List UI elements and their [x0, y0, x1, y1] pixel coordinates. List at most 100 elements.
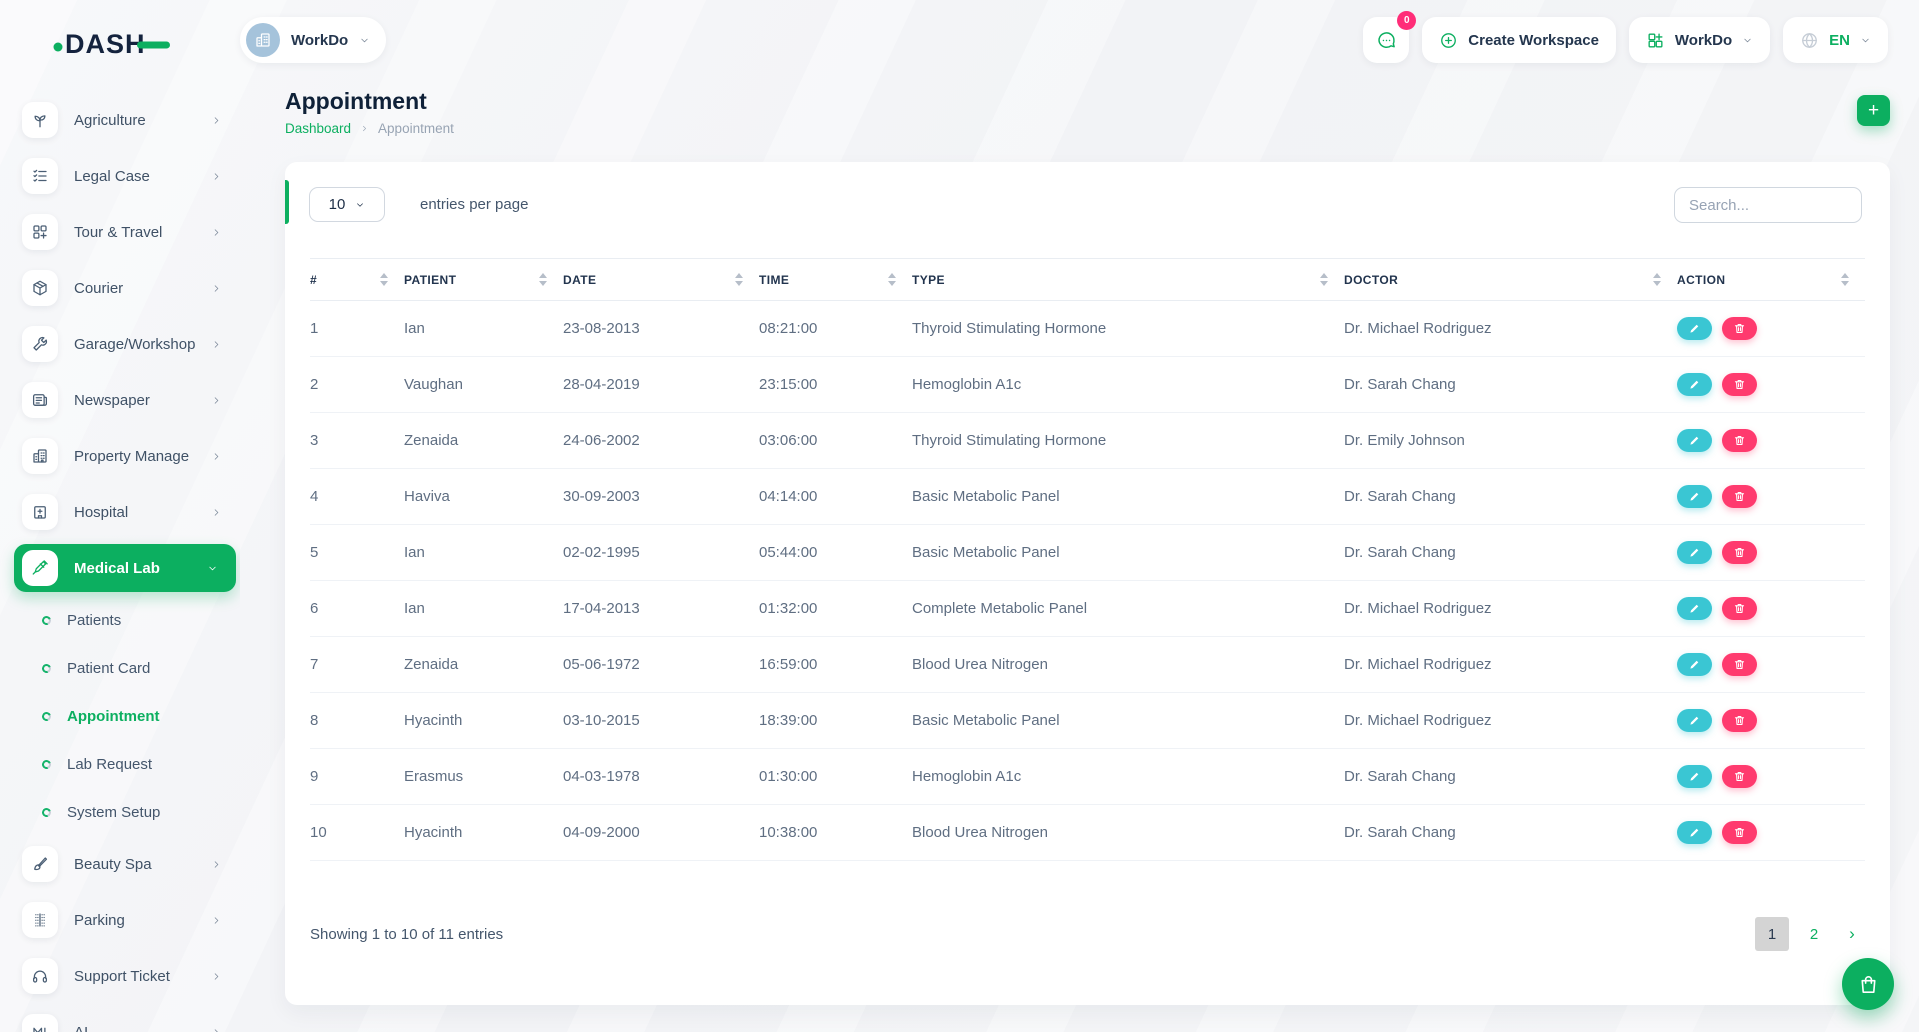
brush-icon	[22, 846, 58, 882]
column-header-date[interactable]: DATE	[563, 259, 759, 301]
sidebar-item-hospital[interactable]: Hospital	[0, 484, 240, 540]
sidebar-item-beauty-spa[interactable]: Beauty Spa	[0, 836, 240, 892]
column-label: TIME	[759, 273, 789, 287]
delete-button[interactable]	[1722, 821, 1757, 844]
appointments-card: 10 entries per page #PATIENTDATETIMETYPE…	[285, 162, 1890, 1005]
delete-button[interactable]	[1722, 485, 1757, 508]
page-title: Appointment	[285, 88, 427, 115]
trash-icon	[1733, 658, 1746, 671]
sidebar-subitem-lab-request[interactable]: Lab Request	[0, 740, 240, 788]
create-workspace-button[interactable]: Create Workspace	[1422, 17, 1616, 63]
sidebar-item-tour-travel[interactable]: Tour & Travel	[0, 204, 240, 260]
breadcrumb-current: Appointment	[378, 121, 454, 136]
cell-doctor: Dr. Sarah Chang	[1344, 749, 1677, 805]
column-header-[interactable]: #	[310, 259, 404, 301]
column-label: PATIENT	[404, 273, 456, 287]
sidebar-subitem-patients[interactable]: Patients	[0, 596, 240, 644]
sprout-icon	[22, 102, 58, 138]
cell-time: 03:06:00	[759, 413, 912, 469]
app-logo: DASH	[53, 28, 173, 58]
sidebar-item-agriculture[interactable]: Agriculture	[0, 92, 240, 148]
sidebar-subitem-system-setup[interactable]: System Setup	[0, 788, 240, 836]
page-button-2[interactable]: 2	[1797, 917, 1831, 951]
chevron-right-icon	[211, 1027, 222, 1032]
delete-button[interactable]	[1722, 653, 1757, 676]
table-footer: Showing 1 to 10 of 11 entries 12›	[310, 914, 1865, 954]
table-header-row: #PATIENT DATETIME TYPE DOCTORACTION	[310, 259, 1865, 301]
cell-time: 05:44:00	[759, 525, 912, 581]
delete-button[interactable]	[1722, 709, 1757, 732]
next-page-button[interactable]: ›	[1839, 917, 1865, 951]
sidebar-item-label: Support Ticket	[74, 968, 170, 985]
edit-button[interactable]	[1677, 597, 1712, 620]
add-appointment-button[interactable]: +	[1857, 95, 1890, 126]
page-button-1[interactable]: 1	[1755, 917, 1789, 951]
marketplace-bag-button[interactable]	[1842, 958, 1894, 1010]
delete-button[interactable]	[1722, 317, 1757, 340]
hospital-icon	[22, 494, 58, 530]
sidebar-subitem-appointment[interactable]: Appointment	[0, 692, 240, 740]
edit-button[interactable]	[1677, 373, 1712, 396]
language-selector[interactable]: EN	[1783, 17, 1888, 63]
sidebar-item-parking[interactable]: Parking	[0, 892, 240, 948]
sidebar-item-label: Hospital	[74, 504, 128, 521]
cell-doctor: Dr. Michael Rodriguez	[1344, 301, 1677, 357]
cell-actions	[1677, 693, 1865, 749]
entries-per-page-select[interactable]: 10	[309, 187, 385, 222]
delete-button[interactable]	[1722, 429, 1757, 452]
edit-button[interactable]	[1677, 821, 1712, 844]
sidebar-item-property-manage[interactable]: Property Manage	[0, 428, 240, 484]
trash-icon	[1733, 378, 1746, 391]
trash-icon	[1733, 546, 1746, 559]
edit-button[interactable]	[1677, 541, 1712, 564]
sidebar-item-label: Newspaper	[74, 392, 150, 409]
bullet-icon	[41, 758, 53, 770]
column-header-doctor[interactable]: DOCTOR	[1344, 259, 1677, 301]
cell-actions	[1677, 301, 1865, 357]
building-icon	[22, 438, 58, 474]
delete-button[interactable]	[1722, 597, 1757, 620]
sidebar-item-courier[interactable]: Courier	[0, 260, 240, 316]
edit-button[interactable]	[1677, 653, 1712, 676]
cell-doctor: Dr. Michael Rodriguez	[1344, 693, 1677, 749]
chevron-right-icon	[211, 859, 222, 870]
sidebar-item-newspaper[interactable]: Newspaper	[0, 372, 240, 428]
edit-button[interactable]	[1677, 429, 1712, 452]
cell-type: Blood Urea Nitrogen	[912, 805, 1344, 861]
column-header-action[interactable]: ACTION	[1677, 259, 1865, 301]
chevron-right-icon	[211, 971, 222, 982]
messages-button[interactable]: 0	[1363, 17, 1409, 63]
sort-arrows-icon	[1320, 273, 1328, 286]
edit-button[interactable]	[1677, 317, 1712, 340]
sidebar-item-support-ticket[interactable]: Support Ticket	[0, 948, 240, 1004]
pencil-icon	[1688, 490, 1701, 503]
workspace-selector[interactable]: WorkDo	[240, 17, 386, 63]
column-header-time[interactable]: TIME	[759, 259, 912, 301]
table-row: 8Hyacinth03-10-201518:39:00Basic Metabol…	[310, 693, 1865, 749]
column-label: TYPE	[912, 273, 945, 287]
table-row: 9Erasmus04-03-197801:30:00Hemoglobin A1c…	[310, 749, 1865, 805]
cell-num: 6	[310, 581, 404, 637]
sidebar-subitem-label: Appointment	[67, 708, 159, 725]
sidebar-item-ai[interactable]: AI	[0, 1004, 240, 1032]
workdo-apps-menu[interactable]: WorkDo	[1629, 17, 1770, 63]
sidebar-subitem-patient-card[interactable]: Patient Card	[0, 644, 240, 692]
sidebar-item-garage-workshop[interactable]: Garage/Workshop	[0, 316, 240, 372]
breadcrumb-dashboard-link[interactable]: Dashboard	[285, 121, 351, 136]
edit-button[interactable]	[1677, 485, 1712, 508]
table-row: 2Vaughan28-04-201923:15:00Hemoglobin A1c…	[310, 357, 1865, 413]
delete-button[interactable]	[1722, 541, 1757, 564]
sidebar-item-medical-lab[interactable]: Medical Lab	[14, 544, 236, 592]
sidebar: AgricultureLegal CaseTour & TravelCourie…	[0, 80, 240, 1032]
chat-count-badge: 0	[1397, 11, 1416, 30]
edit-button[interactable]	[1677, 709, 1712, 732]
delete-button[interactable]	[1722, 373, 1757, 396]
column-header-patient[interactable]: PATIENT	[404, 259, 563, 301]
edit-button[interactable]	[1677, 765, 1712, 788]
delete-button[interactable]	[1722, 765, 1757, 788]
cell-actions	[1677, 637, 1865, 693]
search-input[interactable]	[1674, 187, 1862, 223]
column-header-type[interactable]: TYPE	[912, 259, 1344, 301]
sidebar-item-legal-case[interactable]: Legal Case	[0, 148, 240, 204]
chevron-right-icon	[211, 283, 222, 294]
